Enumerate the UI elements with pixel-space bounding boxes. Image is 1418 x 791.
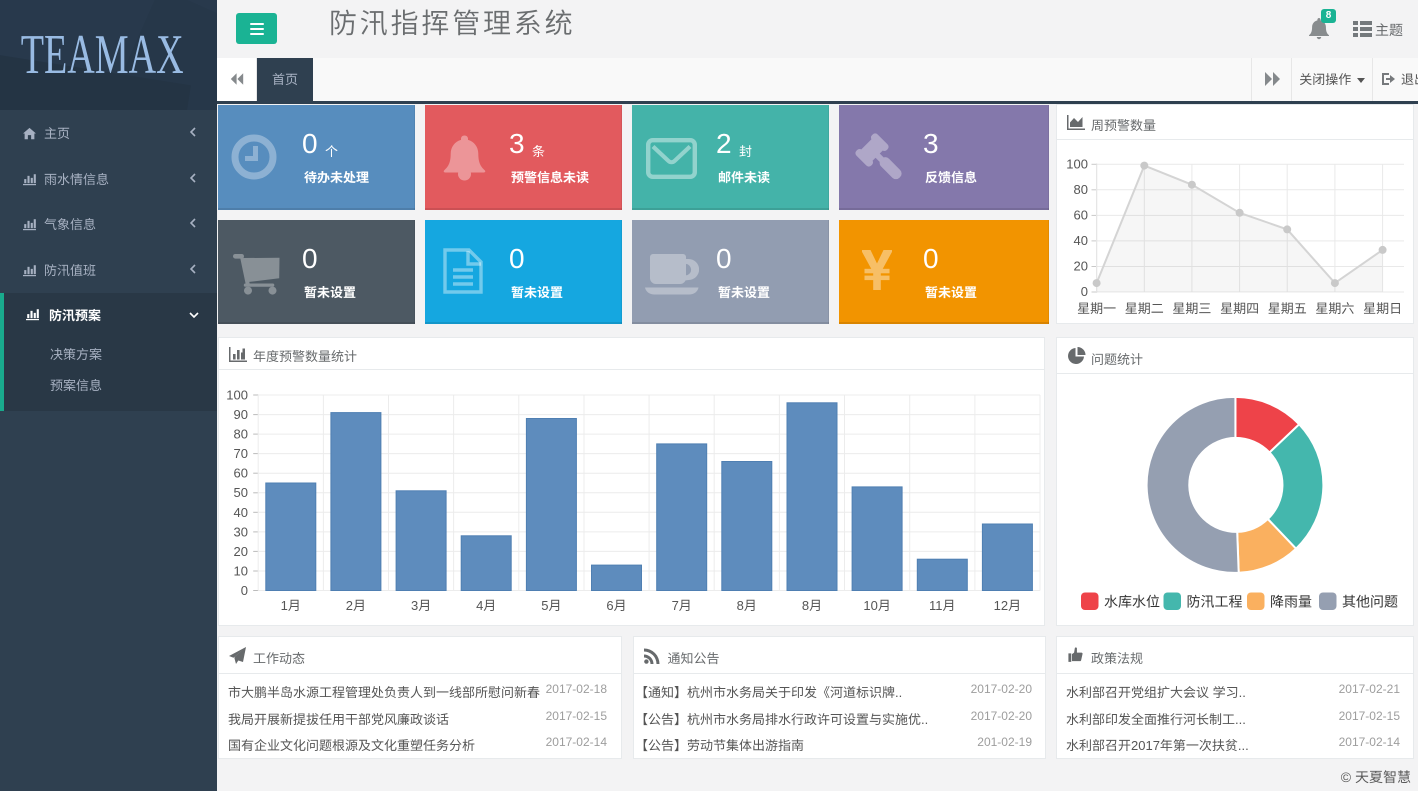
svg-text:100: 100 — [1066, 156, 1088, 171]
svg-text:40: 40 — [1074, 233, 1088, 248]
svg-text:星期六: 星期六 — [1315, 301, 1354, 316]
svg-text:11月: 11月 — [929, 598, 956, 613]
svg-text:100: 100 — [226, 388, 248, 403]
svg-text:80: 80 — [234, 427, 248, 442]
svg-text:8月: 8月 — [737, 598, 757, 613]
svg-text:90: 90 — [234, 407, 248, 422]
svg-text:10: 10 — [234, 564, 248, 579]
svg-text:60: 60 — [1074, 207, 1088, 222]
svg-text:2月: 2月 — [346, 598, 366, 613]
svg-text:星期一: 星期一 — [1077, 301, 1116, 316]
svg-text:80: 80 — [1074, 182, 1088, 197]
svg-text:星期四: 星期四 — [1220, 301, 1259, 316]
svg-text:0: 0 — [1081, 284, 1088, 299]
svg-text:50: 50 — [234, 485, 248, 500]
svg-text:星期三: 星期三 — [1172, 301, 1211, 316]
svg-text:10月: 10月 — [863, 598, 890, 613]
svg-text:20: 20 — [234, 544, 248, 559]
svg-text:8月: 8月 — [802, 598, 822, 613]
svg-text:60: 60 — [234, 466, 248, 481]
svg-text:星期二: 星期二 — [1125, 301, 1164, 316]
svg-text:0: 0 — [241, 583, 248, 598]
svg-text:30: 30 — [234, 524, 248, 539]
svg-text:4月: 4月 — [476, 598, 496, 613]
svg-text:40: 40 — [234, 505, 248, 520]
svg-text:6月: 6月 — [606, 598, 626, 613]
svg-text:5月: 5月 — [541, 598, 561, 613]
svg-text:7月: 7月 — [672, 598, 692, 613]
svg-text:1月: 1月 — [281, 598, 301, 613]
svg-text:其他问题: 其他问题 — [1342, 594, 1398, 610]
svg-text:12月: 12月 — [994, 598, 1021, 613]
svg-text:星期日: 星期日 — [1363, 301, 1402, 316]
svg-text:降雨量: 降雨量 — [1270, 594, 1312, 610]
svg-text:防汛工程: 防汛工程 — [1187, 594, 1243, 610]
svg-text:星期五: 星期五 — [1268, 301, 1307, 316]
svg-text:70: 70 — [234, 446, 248, 461]
svg-text:20: 20 — [1074, 259, 1088, 274]
svg-text:3月: 3月 — [411, 598, 431, 613]
svg-text:水库水位: 水库水位 — [1104, 594, 1160, 610]
